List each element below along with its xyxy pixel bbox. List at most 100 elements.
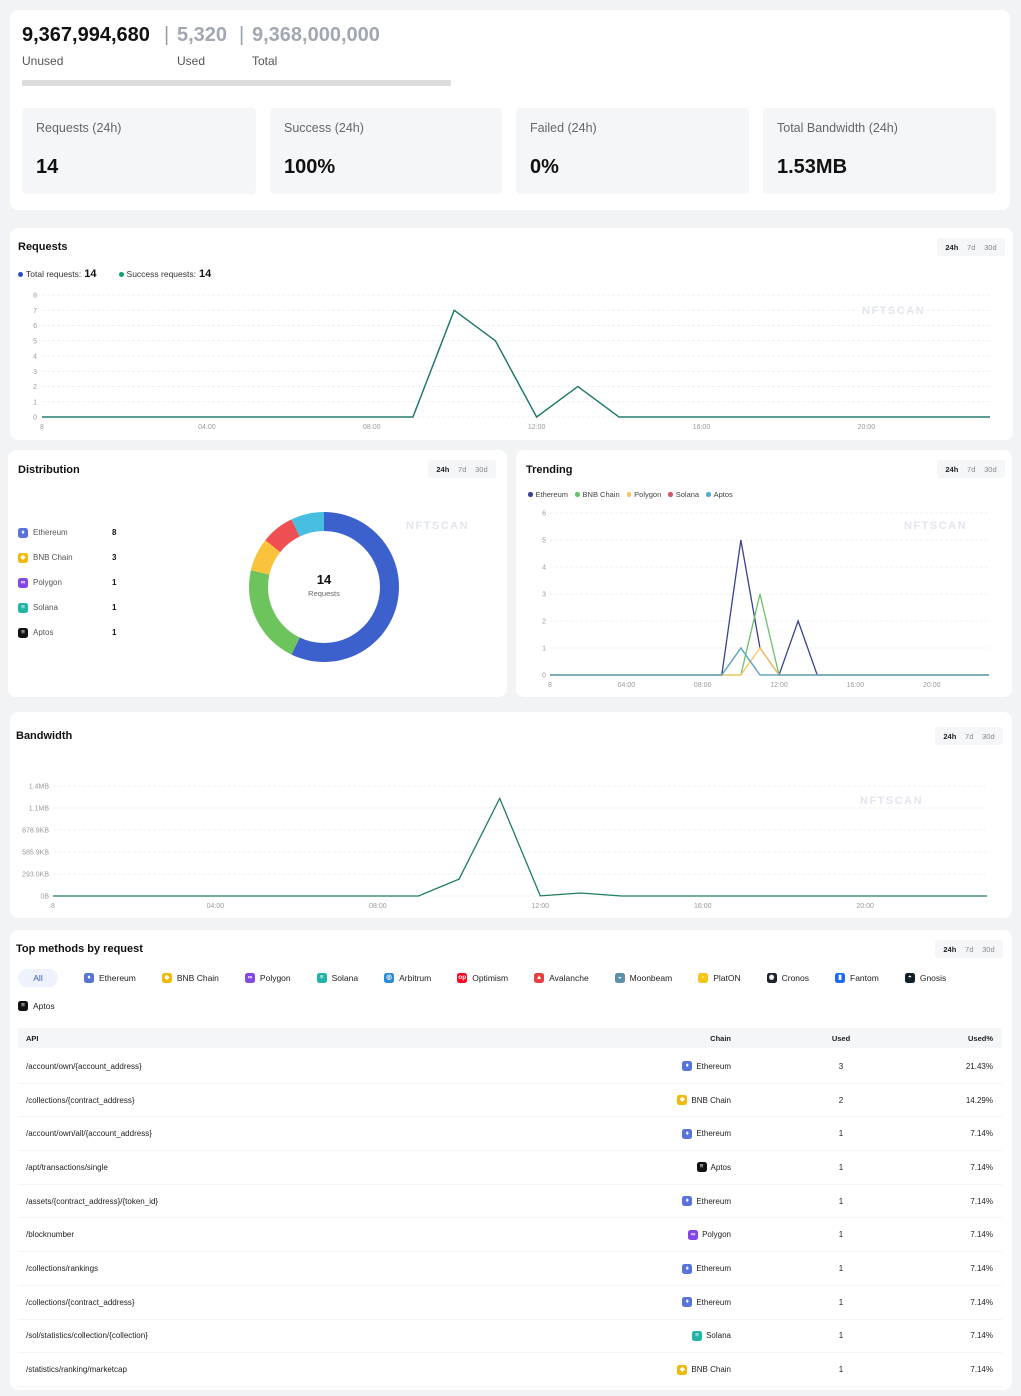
distribution-legend-item[interactable]: ≡Solana1	[18, 595, 138, 620]
time-range-7d[interactable]: 7d	[965, 945, 973, 954]
used-percent: 7.14%	[911, 1197, 993, 1206]
chain-filter-bnb-chain[interactable]: ◆BNB Chain	[162, 969, 219, 987]
table-row[interactable]: /account/own/{account_address}♦Ethereum3…	[18, 1050, 1002, 1084]
quota-separator: |	[164, 24, 169, 46]
chain-filter-fantom[interactable]: ▮Fantom	[835, 969, 879, 987]
ethereum-icon: ♦	[682, 1297, 692, 1307]
chain-filter-polygon[interactable]: ∞Polygon	[245, 969, 291, 987]
api-path: /account/own/{account_address}	[18, 1062, 630, 1071]
legend-item-bnb-chain[interactable]: BNB Chain	[575, 490, 620, 499]
chain-request-count: 1	[112, 628, 116, 637]
chain-request-count: 1	[112, 578, 116, 587]
time-range-30d[interactable]: 30d	[982, 732, 995, 741]
chain-filter-label: Avalanche	[549, 973, 589, 983]
cronos-icon: ◉	[767, 973, 777, 983]
used-count: 1	[771, 1331, 911, 1340]
chain-cell: ♦ Ethereum	[630, 1061, 731, 1071]
watermark-logo: NFTSCAN	[860, 795, 923, 807]
time-range-7d[interactable]: 7d	[967, 465, 975, 474]
table-row[interactable]: /collections/rankings♦Ethereum17.14%	[18, 1252, 1002, 1286]
fantom-icon: ▮	[835, 973, 845, 983]
table-row[interactable]: /collections/{contract_address}◆BNB Chai…	[18, 1084, 1002, 1118]
chain-name: BNB Chain	[691, 1096, 731, 1105]
chain-cell: ♦Ethereum	[630, 1196, 731, 1206]
time-range-24h[interactable]: 24h	[945, 243, 958, 252]
column-header-used[interactable]: Used	[771, 1034, 911, 1043]
chain-cell: ≡Aptos	[630, 1162, 731, 1172]
time-range-24h[interactable]: 24h	[943, 732, 956, 741]
y-tick-label: 8	[33, 293, 37, 300]
time-range-7d[interactable]: 7d	[967, 243, 975, 252]
chain-filter-moonbeam[interactable]: ◒Moonbeam	[615, 969, 673, 987]
bnb-chain-icon: ◆	[677, 1365, 687, 1375]
column-header-api[interactable]: API	[18, 1034, 630, 1043]
distribution-legend-item[interactable]: ∞Polygon1	[18, 570, 138, 595]
table-row[interactable]: /account/own/all/{account_address}♦Ether…	[18, 1117, 1002, 1151]
chain-filter-label: BNB Chain	[177, 973, 219, 983]
chain-filter-optimism[interactable]: opOptimism	[457, 969, 508, 987]
avalanche-icon: ▲	[534, 973, 544, 983]
total-quota-value: 9,368,000,000	[252, 24, 380, 46]
chain-filter-gnosis[interactable]: ◓Gnosis	[905, 969, 946, 987]
ethereum-icon: ♦	[682, 1061, 692, 1071]
table-row[interactable]: /assets/{contract_address}/{token_id}♦Et…	[18, 1185, 1002, 1219]
chain-filter-solana[interactable]: ≡Solana	[317, 969, 358, 987]
used-percent: 7.14%	[911, 1365, 993, 1374]
time-range-30d[interactable]: 30d	[475, 465, 488, 474]
table-row[interactable]: /statistics/ranking/marketcap◆BNB Chain1…	[18, 1353, 1002, 1387]
y-tick-label: 6	[33, 323, 37, 330]
stat-label: Requests (24h)	[36, 121, 121, 135]
legend-item-polygon[interactable]: Polygon	[627, 490, 662, 499]
time-range-30d[interactable]: 30d	[984, 243, 997, 252]
time-range-7d[interactable]: 7d	[965, 732, 973, 741]
api-path: /collections/{contract_address}	[18, 1096, 630, 1105]
chain-filter-aptos[interactable]: ≡Aptos	[18, 997, 55, 1015]
x-tick-label: 8	[51, 903, 55, 910]
time-range-30d[interactable]: 30d	[984, 465, 997, 474]
y-tick-label: 4	[542, 565, 546, 572]
distribution-legend-item[interactable]: ≡Aptos1	[18, 620, 138, 645]
legend-item-aptos[interactable]: Aptos	[706, 490, 733, 499]
legend-label: Polygon	[634, 490, 661, 499]
dashboard-page: 9,367,994,680 | 5,320 | 9,368,000,000 Un…	[0, 0, 1021, 1396]
chain-filter-all[interactable]: All	[18, 969, 58, 987]
legend-item-ethereum[interactable]: Ethereum	[528, 490, 568, 499]
x-tick-label: 20:00	[923, 682, 941, 689]
moonbeam-icon: ◒	[615, 973, 625, 983]
solana-icon: ≡	[692, 1331, 702, 1341]
table-row[interactable]: /collections/{contract_address}♦Ethereum…	[18, 1286, 1002, 1320]
stat-label: Failed (24h)	[530, 121, 597, 135]
chain-name: Ethereum	[696, 1062, 731, 1071]
table-row[interactable]: /blocknumber∞Polygon17.14%	[18, 1219, 1002, 1253]
chain-name: BNB Chain	[33, 553, 73, 562]
chain-filter-cronos[interactable]: ◉Cronos	[767, 969, 809, 987]
distribution-legend-item[interactable]: ♦Ethereum8	[18, 520, 138, 545]
y-tick-label: 3	[33, 369, 37, 376]
chain-request-count: 8	[112, 528, 116, 537]
column-header-chain[interactable]: Chain	[630, 1034, 731, 1043]
time-range-30d[interactable]: 30d	[982, 945, 995, 954]
stat-label: Success (24h)	[284, 121, 364, 135]
x-tick-label: 04:00	[198, 424, 216, 431]
quota-separator: |	[239, 24, 244, 46]
arbitrum-icon: ◎	[384, 973, 394, 983]
chain-filter-ethereum[interactable]: ♦Ethereum	[84, 969, 136, 987]
time-range-24h[interactable]: 24h	[945, 465, 958, 474]
column-header-used-percent[interactable]: Used%	[911, 1034, 993, 1043]
time-range-24h[interactable]: 24h	[943, 945, 956, 954]
distribution-legend-item[interactable]: ◆BNB Chain3	[18, 545, 138, 570]
table-row[interactable]: /apt/transactions/single≡Aptos17.14%	[18, 1151, 1002, 1185]
chain-filter-arbitrum[interactable]: ◎Arbitrum	[384, 969, 431, 987]
series-line-success-requests	[42, 310, 990, 417]
chain-filter-platon[interactable]: ▫PlatON	[698, 969, 740, 987]
time-range-selector: 24h 7d 30d	[935, 940, 1003, 958]
x-tick-label: 12:00	[528, 424, 546, 431]
chain-filter-bar: All ♦Ethereum ◆BNB Chain ∞Polygon ≡Solana ◎Ar…	[18, 969, 978, 1015]
time-range-24h[interactable]: 24h	[436, 465, 449, 474]
table-row[interactable]: /sol/statistics/collection/{collection}≡…	[18, 1320, 1002, 1354]
stat-value: 1.53MB	[777, 156, 847, 178]
legend-item-solana[interactable]: Solana	[668, 490, 699, 499]
chain-name: Ethereum	[696, 1298, 731, 1307]
chain-filter-avalanche[interactable]: ▲ Avalanche	[534, 969, 589, 987]
time-range-7d[interactable]: 7d	[458, 465, 466, 474]
